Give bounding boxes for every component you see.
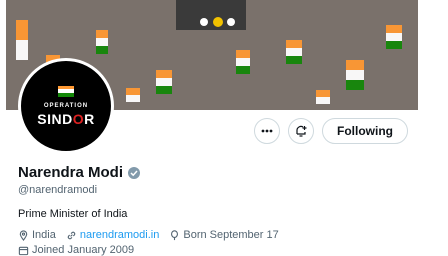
avatar-line-2: SINDOR [37, 111, 94, 127]
birthday-item: Born September 17 [169, 229, 279, 241]
joined-text: Joined January 2009 [32, 244, 135, 256]
calendar-icon [18, 246, 29, 255]
avatar-line-2-post: R [84, 110, 95, 127]
link-icon [67, 231, 76, 239]
balloon-icon [171, 229, 179, 240]
bell-plus-icon [296, 125, 307, 137]
website-item: narendramodi.in [66, 229, 160, 241]
following-button[interactable]: Following [322, 118, 408, 144]
profile-name: Narendra Modi [18, 164, 124, 181]
india-flag-icon [58, 85, 74, 97]
more-button[interactable] [254, 118, 280, 144]
profile-name-row: Narendra Modi [18, 164, 141, 181]
profile-bio: Prime Minister of India [18, 208, 128, 220]
more-icon [261, 129, 273, 133]
location-text: India [32, 229, 56, 241]
profile-handle: @narendramodi [18, 184, 98, 196]
profile-meta: India narendramodi.in Born September 17 [18, 229, 279, 241]
verified-badge-icon[interactable] [127, 166, 141, 180]
avatar-line-1: OPERATION [43, 102, 89, 109]
joined-item: Joined January 2009 [18, 244, 134, 256]
birthday-text: Born September 17 [183, 229, 279, 241]
profile-actions: Following [254, 118, 408, 144]
location-icon [19, 229, 28, 241]
avatar-line-2-o: O [72, 110, 85, 127]
avatar-line-2-pre: SIND [37, 110, 73, 127]
location-item: India [18, 229, 56, 241]
notifications-button[interactable] [288, 118, 314, 144]
avatar[interactable]: OPERATION SINDOR [18, 58, 114, 154]
website-link[interactable]: narendramodi.in [80, 229, 160, 241]
